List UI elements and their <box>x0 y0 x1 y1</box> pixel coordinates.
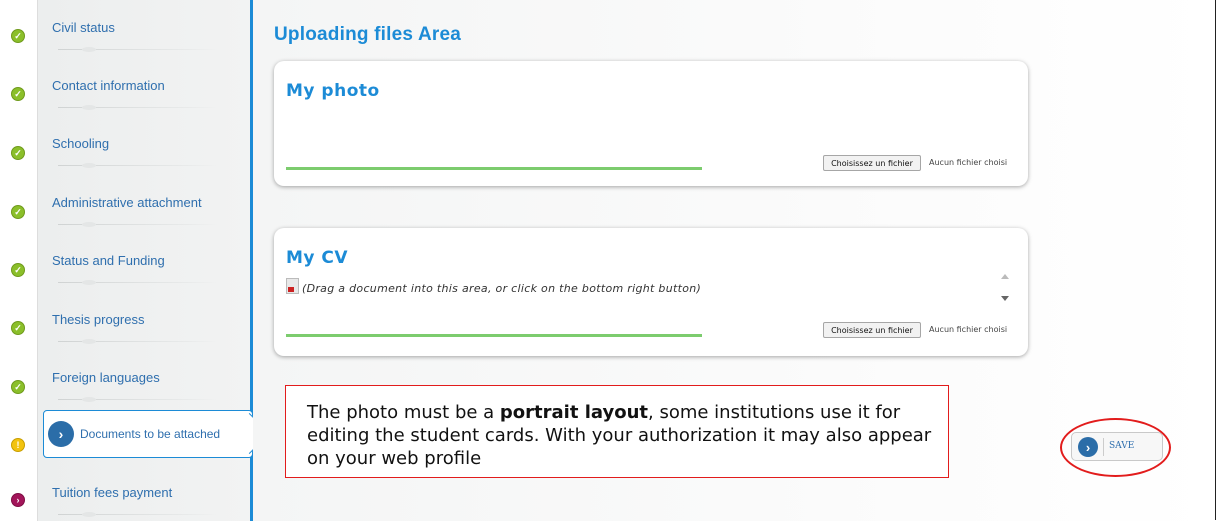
panel-title: My photo <box>286 81 380 101</box>
check-circle-icon: ✓ <box>11 380 25 394</box>
sidebar-item-label: Schooling <box>52 136 110 151</box>
sidebar-item-label: Contact information <box>52 78 165 93</box>
upload-progress-bar <box>286 167 702 170</box>
sidebar-item-label: Civil status <box>52 20 115 35</box>
check-circle-icon: ✓ <box>11 205 25 219</box>
sidebar-item-contact-information[interactable]: Contact information <box>38 58 251 116</box>
document-icon <box>286 278 299 294</box>
sidebar-item-documents-to-be-attached[interactable]: › Documents to be attached <box>43 410 271 458</box>
check-circle-icon: ✓ <box>11 29 25 43</box>
file-status-text: Aucun fichier choisi <box>929 325 1008 334</box>
check-circle-icon: ✓ <box>11 321 25 335</box>
check-circle-icon: ✓ <box>11 146 25 160</box>
scrollbar[interactable] <box>1000 274 1010 304</box>
sidebar-item-thesis-progress[interactable]: Thesis progress <box>38 292 251 350</box>
annotation-text: The photo must be a portrait layout, som… <box>307 401 947 470</box>
sidebar-item-tuition-fees-payment[interactable]: Tuition fees payment <box>38 465 251 523</box>
check-circle-icon: ✓ <box>11 87 25 101</box>
sidebar-separator <box>58 105 218 110</box>
status-column: ✓ ✓ ✓ ✓ ✓ ✓ ✓ ! › <box>0 0 37 521</box>
sidebar-item-civil-status[interactable]: Civil status <box>38 0 251 58</box>
chevron-circle-icon: › <box>11 493 25 507</box>
annotation-text-part: The photo must be a <box>307 402 500 423</box>
choose-file-button[interactable]: Choisissez un fichier <box>823 322 921 338</box>
sidebar-separator <box>58 280 218 285</box>
sidebar-separator <box>58 163 218 168</box>
panel-title: My CV <box>286 248 349 268</box>
choose-file-button[interactable]: Choisissez un fichier <box>823 155 921 171</box>
annotation-callout: The photo must be a portrait layout, som… <box>285 385 949 478</box>
save-button[interactable]: › SAVE <box>1071 432 1163 461</box>
sidebar-separator <box>58 339 218 344</box>
chevron-right-icon: › <box>48 421 74 447</box>
sidebar-item-label: Foreign languages <box>52 370 160 385</box>
photo-upload-panel[interactable]: My photo Choisissez un fichier Aucun fic… <box>274 61 1028 186</box>
upload-progress-bar <box>286 334 702 337</box>
sidebar-item-label: Administrative attachment <box>52 195 202 210</box>
chevron-right-icon: › <box>1078 437 1098 457</box>
cv-upload-panel[interactable]: My CV (Drag a document into this area, o… <box>274 228 1028 356</box>
sidebar-item-foreign-languages[interactable]: Foreign languages <box>38 350 251 408</box>
sidebar-separator <box>58 512 218 517</box>
sidebar-separator <box>58 47 218 52</box>
sidebar-item-label: Tuition fees payment <box>52 485 173 500</box>
check-circle-icon: ✓ <box>11 263 25 277</box>
sidebar-item-administrative-attachment[interactable]: Administrative attachment <box>38 175 251 233</box>
sidebar-separator <box>58 222 218 227</box>
save-button-label: SAVE <box>1109 441 1135 451</box>
drop-hint: (Drag a document into this area, or clic… <box>286 278 701 295</box>
scroll-up-icon[interactable] <box>1001 274 1009 279</box>
drop-hint-text: (Drag a document into this area, or clic… <box>302 282 702 295</box>
sidebar-separator <box>58 397 218 402</box>
annotation-bold-text: portrait layout <box>499 402 648 423</box>
scroll-down-icon[interactable] <box>1001 296 1009 301</box>
button-divider <box>1103 438 1104 456</box>
sidebar-item-label: Documents to be attached <box>80 427 221 441</box>
file-status-text: Aucun fichier choisi <box>929 158 1008 167</box>
page-title: Uploading files Area <box>274 24 461 45</box>
sidebar-item-label: Status and Funding <box>52 253 165 268</box>
sidebar-item-schooling[interactable]: Schooling <box>38 116 251 174</box>
sidebar-item-status-and-funding[interactable]: Status and Funding <box>38 233 251 291</box>
exclamation-circle-icon: ! <box>11 438 25 452</box>
sidebar-item-label: Thesis progress <box>52 312 145 327</box>
